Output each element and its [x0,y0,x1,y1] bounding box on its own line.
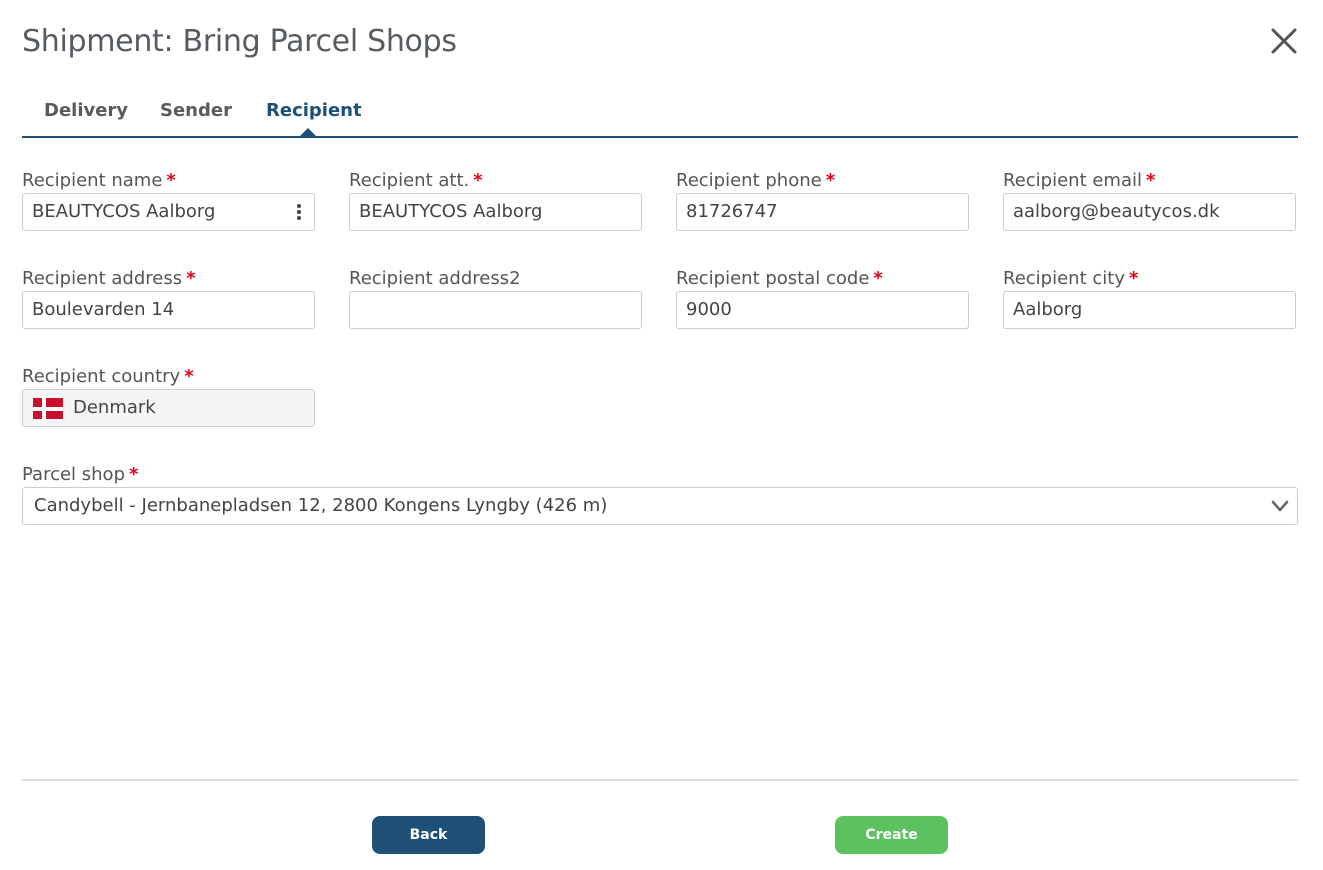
recipient-att-label-text: Recipient att. [349,170,470,191]
footer-divider [22,779,1298,781]
recipient-email-label: Recipient email * [1003,170,1155,191]
recipient-address2-label: Recipient address2 [349,268,521,289]
required-marker: * [1128,268,1139,289]
required-marker: * [129,464,139,485]
recipient-postal-code-label: Recipient postal code * [676,268,883,289]
recipient-email-label-text: Recipient email [1003,170,1142,191]
required-marker: * [186,268,196,289]
dialog-title: Shipment: Bring Parcel Shops [22,24,457,59]
recipient-name-value: BEAUTYCOS Aalborg [32,201,216,222]
required-marker: * [873,268,883,289]
required-marker: * [473,170,483,191]
recipient-att-field[interactable]: BEAUTYCOS Aalborg [349,193,642,231]
recipient-att-label: Recipient att. * [349,170,483,191]
recipient-email-field[interactable]: aalborg@beautycos.dk [1003,193,1296,231]
recipient-country-label-text: Recipient country [22,366,181,387]
recipient-city-label: Recipient city * [1003,268,1138,289]
required-marker: * [166,170,176,191]
chevron-down-icon[interactable] [1271,499,1289,513]
recipient-phone-label-text: Recipient phone [676,170,822,191]
close-icon[interactable] [1269,26,1299,56]
recipient-city-label-text: Recipient city [1003,268,1125,289]
recipient-city-field[interactable]: Aalborg [1003,291,1296,329]
recipient-address2-label-text: Recipient address2 [349,268,521,289]
recipient-postal-code-label-text: Recipient postal code [676,268,870,289]
kebab-menu-icon[interactable] [296,204,302,222]
tab-bar: Delivery Sender Recipient [22,96,1298,138]
create-button[interactable]: Create [835,816,948,854]
recipient-phone-label: Recipient phone * [676,170,835,191]
recipient-address2-field[interactable] [349,291,642,329]
back-button[interactable]: Back [372,816,485,854]
denmark-flag-icon [33,398,63,419]
active-tab-indicator [298,128,318,138]
recipient-phone-field[interactable]: 81726747 [676,193,969,231]
required-marker: * [184,366,194,387]
parcel-shop-value: Candybell - Jernbanepladsen 12, 2800 Kon… [34,495,608,516]
recipient-country-field: Denmark [22,389,315,427]
recipient-name-label-text: Recipient name [22,170,163,191]
recipient-country-label: Recipient country * [22,366,194,387]
parcel-shop-select[interactable]: Candybell - Jernbanepladsen 12, 2800 Kon… [22,487,1298,525]
recipient-address-label: Recipient address * [22,268,196,289]
required-marker: * [825,170,836,191]
parcel-shop-label-text: Parcel shop [22,464,125,485]
recipient-name-field[interactable]: BEAUTYCOS Aalborg [22,193,315,231]
tab-delivery[interactable]: Delivery [44,100,128,140]
required-marker: * [1146,170,1156,191]
recipient-postal-code-field[interactable]: 9000 [676,291,969,329]
tab-sender[interactable]: Sender [160,100,232,140]
recipient-country-value: Denmark [73,397,156,418]
parcel-shop-label: Parcel shop * [22,464,138,485]
recipient-address-label-text: Recipient address [22,268,183,289]
recipient-name-label: Recipient name * [22,170,176,191]
recipient-address-field[interactable]: Boulevarden 14 [22,291,315,329]
